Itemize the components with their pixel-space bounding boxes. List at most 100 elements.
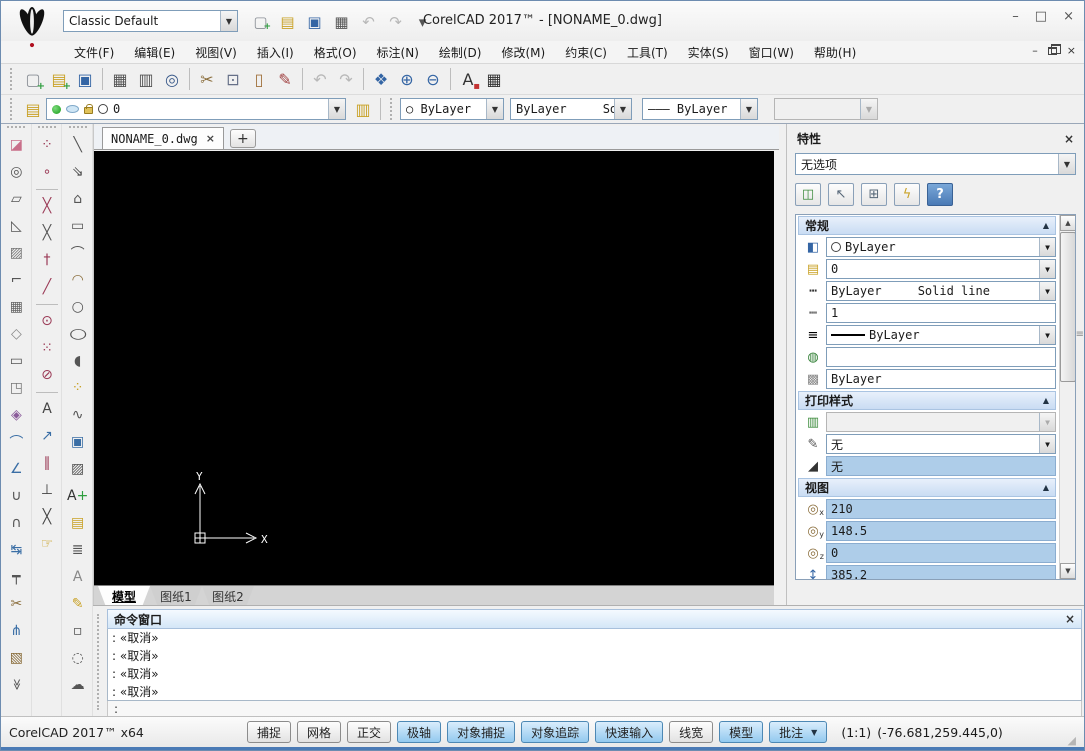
status-toggle-正交[interactable]: 正交 <box>347 721 391 743</box>
line-style-field[interactable]: ByLayer Solid line▼ <box>826 281 1056 301</box>
ellipse-arc-icon[interactable]: ◖ <box>65 348 91 374</box>
edit-pencil-icon[interactable]: ✎ <box>272 66 298 92</box>
ellipse-icon[interactable]: ○ <box>65 321 91 347</box>
select-window-icon[interactable]: ⊞ <box>861 183 887 206</box>
doc-close-button[interactable]: × <box>1067 44 1076 57</box>
hatch-edit-icon[interactable]: ▧ <box>3 645 29 671</box>
split-icon[interactable]: ✂ <box>3 591 29 617</box>
toolbar-grip[interactable] <box>7 126 25 130</box>
window-resize-grip[interactable]: ◢ <box>1068 734 1076 747</box>
chevron-down-icon[interactable]: ▼ <box>740 99 757 119</box>
menu-4[interactable]: 插入(I) <box>248 42 303 63</box>
rotate-icon[interactable]: ◇ <box>3 321 29 347</box>
cloud-rect-icon[interactable]: ▫ <box>65 618 91 644</box>
move-point-icon[interactable]: ↗ <box>34 423 60 449</box>
chevron-down-icon[interactable]: ▼ <box>811 728 817 737</box>
circle-icon[interactable]: ○ <box>65 294 91 320</box>
status-toggle-快速输入[interactable]: 快速输入 <box>595 721 663 743</box>
chevron-down-icon[interactable]: ▼ <box>1039 326 1055 344</box>
block-edit-icon[interactable]: ◳ <box>3 375 29 401</box>
taper-icon[interactable]: ◺ <box>3 213 29 239</box>
open-file-icon[interactable]: ▤+ <box>46 66 72 92</box>
scroll-down-icon[interactable]: ▼ <box>1060 563 1076 579</box>
menu-9[interactable]: 约束(C) <box>556 42 616 63</box>
print-preview-icon[interactable]: ◎ <box>159 66 185 92</box>
new-tab-button[interactable]: + <box>230 129 256 148</box>
chevron-down-icon[interactable]: ▼ <box>1039 282 1055 300</box>
paste-icon[interactable]: ▯ <box>246 66 272 92</box>
intersect-icon[interactable]: ╳ <box>34 504 60 530</box>
sheet-tab-3[interactable]: 图纸2 <box>202 586 254 605</box>
help-icon[interactable]: ? <box>927 183 953 206</box>
block-insert-icon[interactable]: ▣ <box>65 429 91 455</box>
scroll-up-icon[interactable]: ▲ <box>1060 215 1076 231</box>
chevron-down-icon[interactable]: ▼ <box>220 11 237 31</box>
parallel-icon[interactable]: ∥ <box>34 450 60 476</box>
line-weight-field[interactable]: ByLayer▼ <box>826 325 1056 345</box>
erase-icon[interactable]: ◪ <box>3 132 29 158</box>
save-icon[interactable]: ▣ <box>72 66 98 92</box>
infinite-line-icon[interactable]: ⇘ <box>65 159 91 185</box>
line-style-scale-field[interactable]: 1 <box>826 303 1056 323</box>
menu-6[interactable]: 标注(N) <box>368 42 428 63</box>
toolbar-grip[interactable] <box>10 98 15 120</box>
chevron-down-icon[interactable]: ▼ <box>1058 154 1075 174</box>
plot-style-field[interactable]: 无▼ <box>826 434 1056 454</box>
new-file-icon[interactable]: ▢+ <box>20 66 46 92</box>
text-style-icon[interactable]: A▪ <box>455 66 481 92</box>
status-toggle-对象捕捉[interactable]: 对象捕捉 <box>447 721 515 743</box>
trim-icon[interactable]: ┯ <box>3 564 29 590</box>
redo-icon[interactable]: ↷ <box>384 10 407 33</box>
annotation-icon[interactable]: A <box>34 396 60 422</box>
line-icon[interactable]: ╲ <box>65 132 91 158</box>
polygon-icon[interactable]: ⌂ <box>65 186 91 212</box>
pan-icon[interactable]: ❖ <box>368 66 394 92</box>
print-icon[interactable]: ▦ <box>330 10 353 33</box>
toolbar-grip[interactable] <box>10 68 15 90</box>
sketch-icon[interactable]: ✎ <box>65 591 91 617</box>
title-bar[interactable]: Classic Default ▼ ▢+▤▣▦↶↷▾ CorelCAD 2017… <box>1 1 1084 41</box>
status-toggle-极轴[interactable]: 极轴 <box>397 721 441 743</box>
match-point-icon[interactable]: ☞ <box>34 531 60 557</box>
cloud-icon[interactable]: ☁ <box>65 672 91 698</box>
cloud-circle-icon[interactable]: ◌ <box>65 645 91 671</box>
arc-slot-icon[interactable]: ∩ <box>3 510 29 536</box>
line-weight-combo[interactable]: ——— ByLayer ▼ <box>642 98 758 120</box>
undo-icon[interactable]: ↶ <box>357 10 380 33</box>
chevron-down-icon[interactable]: ▼ <box>328 99 345 119</box>
explode-icon[interactable]: ◈ <box>3 402 29 428</box>
arc-icon[interactable]: ⌒ <box>65 240 91 266</box>
status-toggle-网格[interactable]: 网格 <box>297 721 341 743</box>
sheet-tab-1[interactable]: 模型 <box>98 586 150 605</box>
chevron-down-icon[interactable]: ▼ <box>1039 260 1055 278</box>
perpendicular-icon[interactable]: ⊥ <box>34 477 60 503</box>
menu-3[interactable]: 视图(V) <box>186 42 246 63</box>
lengthen-icon[interactable]: † <box>34 247 60 273</box>
rectangle-icon[interactable]: ▭ <box>65 213 91 239</box>
doc-restore-button[interactable] <box>1048 47 1057 55</box>
section-header-1[interactable]: 常规▲ <box>798 216 1056 235</box>
print-copies-icon[interactable]: ▥ <box>133 66 159 92</box>
doc-minimize-button[interactable]: – <box>1032 44 1038 57</box>
zoom-dynamic-icon[interactable]: ⊕ <box>394 66 420 92</box>
selection-filter-combo[interactable]: 无选项 ▼ <box>795 153 1076 175</box>
workspace-combo[interactable]: Classic Default ▼ <box>63 10 238 32</box>
power-trim-icon[interactable]: ╳ <box>34 220 60 246</box>
menu-1[interactable]: 文件(F) <box>65 42 123 63</box>
line-color-combo[interactable]: ○ ByLayer ▼ <box>400 98 504 120</box>
polyline-icon[interactable]: ◠ <box>65 267 91 293</box>
sheet-tab-2[interactable]: 图纸1 <box>150 586 202 605</box>
toolbar-grip[interactable] <box>38 126 56 130</box>
tangent-icon[interactable]: ⊘ <box>34 362 60 388</box>
panel-splitter[interactable] <box>779 124 786 605</box>
command-input[interactable]: : <box>107 701 1082 717</box>
scale-icon[interactable]: ▭ <box>3 348 29 374</box>
status-toggle-线宽[interactable]: 线宽 <box>669 721 713 743</box>
collapse-icon[interactable]: ▲ <box>1043 396 1049 405</box>
extend-icon[interactable]: ╱ <box>34 274 60 300</box>
point-pattern-icon[interactable]: ⁙ <box>34 335 60 361</box>
minimize-button[interactable]: – <box>1012 9 1019 24</box>
menu-11[interactable]: 实体(S) <box>679 42 738 63</box>
select-cursor-icon[interactable]: ↖ <box>828 183 854 206</box>
close-button[interactable]: × <box>1063 9 1074 24</box>
